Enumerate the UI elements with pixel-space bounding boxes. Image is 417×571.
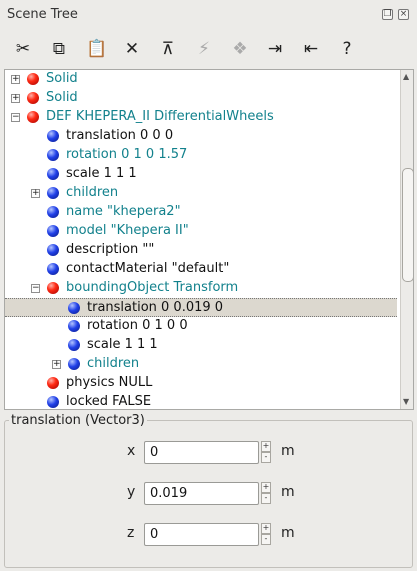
blue-node-icon xyxy=(68,302,80,314)
tree-row-label: Solid xyxy=(46,71,78,86)
spinbox-y[interactable]: 0.019 xyxy=(144,482,259,505)
tree-row[interactable]: rotation 0 1 0 0 xyxy=(5,317,397,336)
tree-row[interactable]: contactMaterial "default" xyxy=(5,260,397,279)
tree-row-label: description "" xyxy=(66,242,155,257)
blue-node-icon xyxy=(47,149,59,161)
expand-icon[interactable]: + xyxy=(31,189,40,198)
blue-node-icon xyxy=(47,396,59,408)
delete-icon[interactable]: ✕ xyxy=(119,36,145,62)
increment-icon[interactable]: + xyxy=(261,482,271,493)
field-label-y: y xyxy=(127,484,136,500)
tree-row[interactable]: + children xyxy=(5,184,397,203)
red-node-icon xyxy=(47,377,59,389)
blue-node-icon xyxy=(47,168,59,180)
tree-row-label: scale 1 1 1 xyxy=(87,337,158,352)
restore-icon[interactable]: ❐ xyxy=(382,9,393,20)
help-icon[interactable]: ? xyxy=(334,36,360,62)
tree-row[interactable]: scale 1 1 1 xyxy=(5,336,397,355)
tree-row-label: physics NULL xyxy=(66,375,153,390)
collapse-icon[interactable]: − xyxy=(31,284,40,293)
decrement-icon[interactable]: - xyxy=(261,493,271,504)
field-label-x: x xyxy=(127,443,136,459)
close-icon[interactable]: × xyxy=(398,9,409,20)
blue-node-icon xyxy=(47,187,59,199)
cut-icon[interactable]: ✂ xyxy=(10,36,36,62)
expand-icon[interactable]: + xyxy=(11,94,20,103)
scroll-up-icon[interactable]: ▲ xyxy=(403,72,409,81)
tree-row-label: name "khepera2" xyxy=(66,204,181,219)
transform-icon[interactable]: ⚡ xyxy=(191,36,217,62)
tree-row-label: contactMaterial "default" xyxy=(66,261,230,276)
unit-label: m xyxy=(281,525,295,541)
scroll-down-icon[interactable]: ▼ xyxy=(403,397,409,406)
red-node-icon xyxy=(27,73,39,85)
tree-row-label: rotation 0 1 0 1.57 xyxy=(66,147,188,162)
tree-row[interactable]: locked FALSE xyxy=(5,393,397,409)
blue-node-icon xyxy=(47,206,59,218)
tree-row-label: Solid xyxy=(46,90,78,105)
tree-row[interactable]: physics NULL xyxy=(5,374,397,393)
tree-row-label: translation 0 0 0 xyxy=(66,128,174,143)
red-node-icon xyxy=(27,92,39,104)
paste-icon[interactable]: 📋 xyxy=(84,36,110,62)
tree-row[interactable]: name "khepera2" xyxy=(5,203,397,222)
decrement-icon[interactable]: - xyxy=(261,452,271,463)
unit-label: m xyxy=(281,484,295,500)
red-node-icon xyxy=(47,282,59,294)
tree-row-label: children xyxy=(87,356,140,371)
expand-icon[interactable]: + xyxy=(11,75,20,84)
copy-icon[interactable]: ⧉ xyxy=(46,36,72,62)
blue-node-icon xyxy=(68,320,80,332)
spinbox-z[interactable]: 0 xyxy=(144,523,259,546)
tree-row-label: model "Khepera II" xyxy=(66,223,189,238)
stepper-y[interactable]: + - xyxy=(261,482,271,504)
tree-row[interactable]: + children xyxy=(5,355,397,374)
window-title: Scene Tree xyxy=(7,7,78,22)
import-icon[interactable]: ⇥ xyxy=(262,36,288,62)
spinbox-x[interactable]: 0 xyxy=(144,441,259,464)
tree-row-label: translation 0 0.019 0 xyxy=(87,300,224,315)
tree-row[interactable]: translation 0 0.019 0 xyxy=(5,298,397,317)
blue-node-icon xyxy=(47,130,59,142)
blue-node-icon xyxy=(68,339,80,351)
increment-icon[interactable]: + xyxy=(261,441,271,452)
unit-label: m xyxy=(281,443,295,459)
decrement-icon[interactable]: - xyxy=(261,534,271,545)
tree-row[interactable]: scale 1 1 1 xyxy=(5,165,397,184)
increment-icon[interactable]: + xyxy=(261,523,271,534)
title-bar: Scene Tree ❐ × xyxy=(0,0,417,30)
tree-row[interactable]: translation 0 0 0 xyxy=(5,127,397,146)
tree-row-label: boundingObject Transform xyxy=(66,280,239,295)
scene-tree[interactable]: + Solid + Solid − DEF KHEPERA_II Differential… xyxy=(4,69,414,410)
tree-row[interactable]: rotation 0 1 0 1.57 xyxy=(5,146,397,165)
stepper-x[interactable]: + - xyxy=(261,441,271,463)
tree-row[interactable]: + Solid xyxy=(5,70,397,89)
blue-node-icon xyxy=(47,263,59,275)
tree-row[interactable]: − boundingObject Transform xyxy=(5,279,397,298)
tree-row-label: children xyxy=(66,185,119,200)
tree-row[interactable]: − DEF KHEPERA_II DifferentialWheels xyxy=(5,108,397,127)
collapse-icon[interactable]: − xyxy=(11,113,20,122)
stepper-z[interactable]: + - xyxy=(261,523,271,545)
insert-after-icon[interactable]: ❖ xyxy=(227,36,253,62)
export-icon[interactable]: ⇤ xyxy=(298,36,324,62)
tree-row[interactable]: + Solid xyxy=(5,89,397,108)
tree-row-label: DEF KHEPERA_II DifferentialWheels xyxy=(46,109,274,124)
scrollbar-thumb[interactable] xyxy=(402,168,413,282)
tree-row-label: locked FALSE xyxy=(66,394,152,409)
blue-node-icon xyxy=(47,244,59,256)
property-panel-title: translation (Vector3) xyxy=(9,413,147,428)
blue-node-icon xyxy=(47,225,59,237)
expand-icon[interactable]: + xyxy=(52,360,61,369)
reset-to-default-icon[interactable]: ⊼ xyxy=(155,36,181,62)
vertical-scrollbar[interactable]: ▲ ▼ xyxy=(400,70,413,409)
tree-row[interactable]: description "" xyxy=(5,241,397,260)
tree-row[interactable]: model "Khepera II" xyxy=(5,222,397,241)
blue-node-icon xyxy=(68,358,80,370)
tree-row-label: scale 1 1 1 xyxy=(66,166,137,181)
toolbar: ✂ ⧉ 📋 ✕ ⊼ ⚡ ❖ ⇥ ⇤? xyxy=(0,32,417,66)
tree-row-label: rotation 0 1 0 0 xyxy=(87,318,188,333)
red-node-icon xyxy=(27,111,39,123)
field-label-z: z xyxy=(127,525,135,541)
